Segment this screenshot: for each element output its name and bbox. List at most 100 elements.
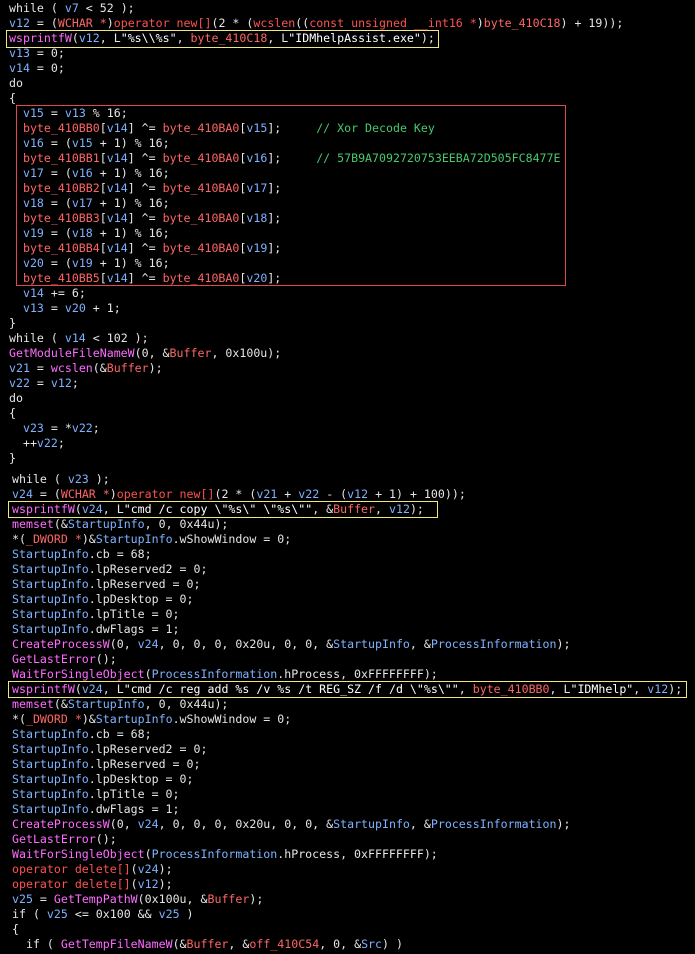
variable-token[interactable]: v22 [298, 487, 319, 501]
global-token[interactable]: byte_410C18 [191, 31, 268, 45]
variable-token[interactable]: StartupInfo [12, 757, 89, 771]
variable-token[interactable]: v16 [72, 166, 93, 180]
global-token[interactable]: off_410C54 [249, 937, 319, 951]
variable-token[interactable]: v13 [9, 46, 30, 60]
global-token[interactable]: WCHAR * [58, 16, 107, 30]
variable-token[interactable]: v13 [65, 106, 86, 120]
variable-token[interactable]: v17 [246, 181, 267, 195]
variable-token[interactable]: v18 [72, 226, 93, 240]
variable-token[interactable]: StartupInfo [12, 727, 89, 741]
function-token[interactable]: memset [12, 517, 54, 531]
global-token[interactable]: byte_410BA0 [163, 271, 240, 285]
variable-token[interactable]: v19 [72, 256, 93, 270]
operator-token[interactable]: operator new[] [114, 16, 212, 30]
variable-token[interactable]: StartupInfo [333, 637, 410, 651]
variable-token[interactable]: v15 [23, 106, 44, 120]
global-token[interactable]: _DWORD * [26, 712, 82, 726]
function-token[interactable]: WaitForSingleObject [12, 847, 145, 861]
string-literal[interactable]: "%s\\%s" [121, 31, 177, 45]
string-literal[interactable]: "cmd /c reg add %s /v %s /t REG_SZ /f /d… [124, 682, 459, 696]
comment-token[interactable]: // 57B9A7092720753EEBA72D505FC8477E [316, 151, 560, 165]
variable-token[interactable]: v24 [12, 487, 33, 501]
variable-token[interactable]: ProcessInformation [152, 667, 278, 681]
variable-token[interactable]: v12 [79, 31, 100, 45]
function-token[interactable]: GetTempFileNameW [61, 937, 173, 951]
variable-token[interactable]: v25 [12, 892, 33, 906]
global-token[interactable]: byte_410BB1 [23, 151, 100, 165]
variable-token[interactable]: v18 [246, 211, 267, 225]
variable-token[interactable]: v13 [23, 301, 44, 315]
variable-token[interactable]: v22 [9, 376, 30, 390]
operator-token[interactable]: operator new[] [117, 487, 215, 501]
global-token[interactable]: WCHAR * [61, 487, 110, 501]
variable-token[interactable]: v20 [23, 256, 44, 270]
operator-token[interactable]: const unsigned __int16 * [309, 16, 477, 30]
variable-token[interactable]: v12 [51, 376, 72, 390]
variable-token[interactable]: ProcessInformation [152, 847, 278, 861]
variable-token[interactable]: v14 [65, 331, 86, 345]
variable-token[interactable]: v20 [246, 271, 267, 285]
variable-token[interactable]: v17 [72, 196, 93, 210]
global-token[interactable]: Buffer [187, 937, 229, 951]
function-token[interactable]: memset [12, 697, 54, 711]
variable-token[interactable]: StartupInfo [68, 697, 145, 711]
global-token[interactable]: _DWORD * [26, 532, 82, 546]
global-token[interactable]: Buffer [207, 892, 249, 906]
variable-token[interactable]: v14 [107, 121, 128, 135]
variable-token[interactable]: v14 [107, 211, 128, 225]
global-token[interactable]: byte_410BB4 [23, 241, 100, 255]
variable-token[interactable]: v21 [9, 361, 30, 375]
variable-token[interactable]: v15 [246, 121, 267, 135]
variable-token[interactable]: StartupInfo [12, 607, 89, 621]
variable-token[interactable]: v22 [72, 421, 93, 435]
global-token[interactable]: byte_410BA0 [163, 121, 240, 135]
variable-token[interactable]: v16 [23, 136, 44, 150]
function-token[interactable]: CreateProcessW [12, 817, 110, 831]
variable-token[interactable]: v7 [65, 1, 79, 15]
global-token[interactable]: byte_410BA0 [163, 151, 240, 165]
variable-token[interactable]: Src [361, 937, 382, 951]
variable-token[interactable]: v21 [256, 487, 277, 501]
variable-token[interactable]: v15 [72, 136, 93, 150]
variable-token[interactable]: v17 [23, 166, 44, 180]
variable-token[interactable]: StartupInfo [333, 817, 410, 831]
global-token[interactable]: byte_410BB2 [23, 181, 100, 195]
function-token[interactable]: GetLastError [12, 652, 96, 666]
global-token[interactable]: Buffer [333, 502, 375, 516]
variable-token[interactable]: v22 [37, 436, 58, 450]
function-token[interactable]: GetTempPathW [54, 892, 138, 906]
function-token[interactable]: wsprintfW [9, 31, 72, 45]
variable-token[interactable]: v14 [107, 241, 128, 255]
variable-token[interactable]: v24 [138, 862, 159, 876]
variable-token[interactable]: v12 [389, 502, 410, 516]
global-token[interactable]: Buffer [107, 361, 149, 375]
global-token[interactable]: byte_410BB5 [23, 271, 100, 285]
function-token[interactable]: GetLastError [12, 832, 96, 846]
variable-token[interactable]: StartupInfo [12, 742, 89, 756]
global-token[interactable]: byte_410BB0 [473, 682, 550, 696]
variable-token[interactable]: v20 [65, 301, 86, 315]
variable-token[interactable]: v23 [68, 472, 89, 486]
variable-token[interactable]: StartupInfo [12, 577, 89, 591]
variable-token[interactable]: StartupInfo [12, 592, 89, 606]
global-token[interactable]: byte_410BA0 [163, 181, 240, 195]
variable-token[interactable]: v23 [23, 421, 44, 435]
variable-token[interactable]: v18 [23, 196, 44, 210]
operator-token[interactable]: wcslen [253, 16, 295, 30]
variable-token[interactable]: v25 [47, 907, 68, 921]
function-token[interactable]: CreateProcessW [12, 637, 110, 651]
variable-token[interactable]: v16 [246, 151, 267, 165]
variable-token[interactable]: StartupInfo [96, 532, 173, 546]
variable-token[interactable]: StartupInfo [68, 517, 145, 531]
string-literal[interactable]: "IDMhelpAssist.exe" [288, 31, 421, 45]
variable-token[interactable]: v14 [23, 286, 44, 300]
variable-token[interactable]: v14 [107, 151, 128, 165]
function-token[interactable]: WaitForSingleObject [12, 667, 145, 681]
variable-token[interactable]: ProcessInformation [431, 817, 557, 831]
variable-token[interactable]: v24 [138, 637, 159, 651]
function-token[interactable]: wcslen [51, 361, 93, 375]
variable-token[interactable]: StartupInfo [12, 622, 89, 636]
variable-token[interactable]: v14 [107, 181, 128, 195]
variable-token[interactable]: v12 [347, 487, 368, 501]
global-token[interactable]: Buffer [170, 346, 212, 360]
